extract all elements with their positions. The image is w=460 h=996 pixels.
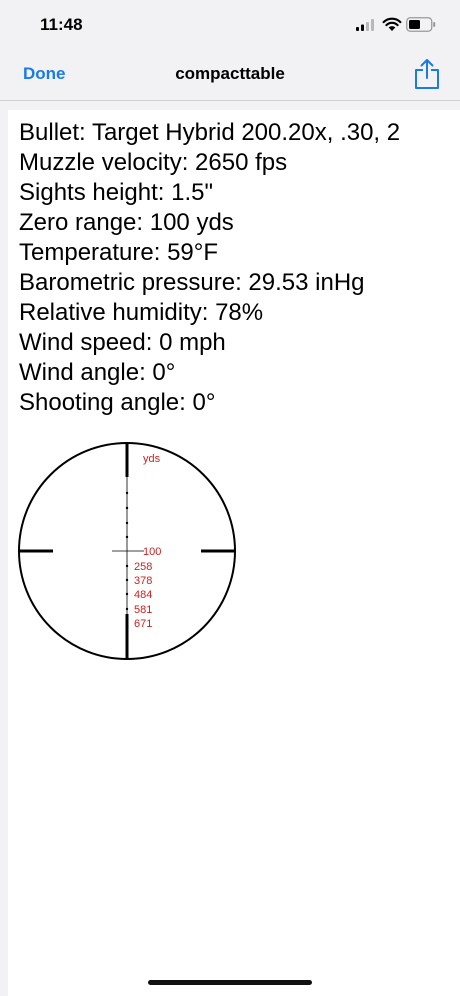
reticle-range-label: 258 — [134, 561, 152, 573]
page-title: compacttable — [175, 64, 285, 83]
reticle-dot — [125, 578, 129, 582]
reticle-range-label: 484 — [134, 589, 152, 601]
zero-range-line: Zero range: 100 yds — [19, 209, 234, 236]
content-area: Bullet: Target Hybrid 200.20x, .30, 2 Mu… — [8, 110, 460, 996]
home-indicator[interactable] — [148, 980, 312, 985]
reticle-dot — [125, 506, 129, 510]
status-bar: 11:48 — [0, 0, 460, 50]
wind-speed-line: Wind speed: 0 mph — [19, 329, 226, 356]
reticle-range-label: 581 — [134, 604, 152, 616]
wifi-icon — [382, 17, 402, 31]
reticle-dot — [125, 564, 129, 568]
wind-angle-line: Wind angle: 0° — [19, 359, 176, 386]
bullet-line: Bullet: Target Hybrid 200.20x, .30, 2 — [19, 119, 401, 146]
reticle-dot — [125, 491, 129, 495]
reticle-unit-label: yds — [143, 453, 161, 465]
reticle-dot — [125, 521, 129, 525]
share-icon[interactable] — [414, 58, 440, 90]
signal-icon — [356, 19, 374, 31]
barometric-pressure-line: Barometric pressure: 29.53 inHg — [19, 269, 365, 296]
relative-humidity-line: Relative humidity: 78% — [19, 299, 264, 326]
reticle-dot — [125, 535, 129, 539]
status-time: 11:48 — [40, 15, 83, 34]
muzzle-velocity-line: Muzzle velocity: 2650 fps — [19, 149, 288, 176]
reticle-zero-label: 100 — [143, 546, 161, 558]
shooting-angle-line: Shooting angle: 0° — [19, 389, 216, 416]
reticle-dot — [125, 592, 129, 596]
navigation-bar: Done compacttable — [0, 50, 460, 101]
ballistic-info: Bullet: Target Hybrid 200.20x, .30, 2 Mu… — [19, 118, 460, 418]
reticle-dot — [125, 607, 129, 611]
reticle-diagram: yds 100 258 378 484 581 671 — [18, 442, 236, 660]
reticle-range-label: 671 — [134, 618, 152, 630]
battery-icon — [406, 17, 436, 32]
reticle-range-label: 378 — [134, 575, 152, 587]
sights-height-line: Sights height: 1.5" — [19, 179, 213, 206]
temperature-line: Temperature: 59°F — [19, 239, 219, 266]
